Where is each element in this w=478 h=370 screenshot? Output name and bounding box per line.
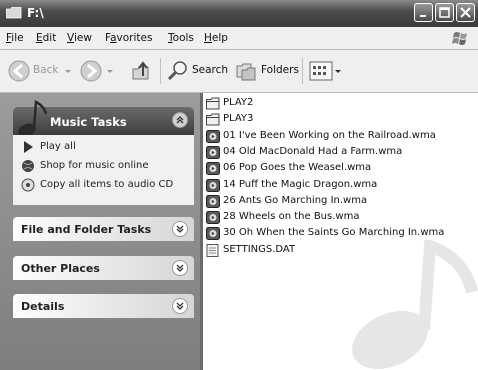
wma-file-icon [206,145,220,159]
folder-icon [206,97,220,110]
toolbar-separator [302,58,303,84]
back-dropdown-icon[interactable] [64,59,72,83]
wma-file-icon [206,227,220,241]
details-header[interactable]: Details [13,294,194,318]
close-icon [460,7,471,18]
file-name: 01 I've Been Working on the Railroad.wma [223,129,436,141]
menu-tools[interactable]: Tools [168,32,194,44]
cd-icon [21,178,35,192]
file-list: PLAY2 PLAY3 01 I've Been Working on the Ra… [203,93,478,370]
chevron-down-icon [176,302,184,310]
back-label[interactable]: Back [33,64,59,76]
menu-file[interactable]: File [6,32,24,44]
music-note-icon [18,100,48,137]
play-icon [24,141,33,153]
views-icon[interactable] [309,59,343,83]
back-arrow-icon[interactable] [8,59,30,83]
forward-arrow-icon[interactable] [80,59,102,83]
expand-details-button[interactable] [172,298,188,314]
file-name: 04 Old MacDonald Had a Farm.wma [223,145,403,157]
wma-file-icon [206,194,220,208]
windows-logo-icon [452,32,467,45]
music-note-watermark-icon [352,240,478,370]
file-name: PLAY3 [223,113,254,125]
chevron-up-icon [176,116,184,124]
wma-file-icon [206,129,220,143]
maximize-icon [439,7,450,18]
title-bar[interactable]: F:\ [0,0,478,27]
file-name: 30 Oh When the Saints Go Marching In.wma [223,227,445,239]
menu-help[interactable]: Help [204,32,228,44]
minimize-button[interactable] [414,3,433,22]
music-tasks-body: Play all Shop for music online Copy all … [13,135,194,205]
menu-bar: File Edit View Favorites Tools Help [0,27,478,50]
expand-file-folder-tasks-button[interactable] [172,221,188,237]
wma-file-icon [206,178,220,192]
file-folder-tasks-header[interactable]: File and Folder Tasks [13,217,194,241]
wma-file-icon [206,211,220,225]
chevron-down-icon [176,264,184,272]
toolbar: Back Search Folders [0,50,478,93]
menu-edit[interactable]: Edit [36,32,56,44]
music-tasks-title: Music Tasks [50,115,127,129]
menu-view[interactable]: View [67,32,92,44]
other-places-header[interactable]: Other Places [13,256,194,280]
wma-file-icon [206,162,220,176]
file-name: 28 Wheels on the Bus.wma [223,211,360,223]
folders-icon[interactable] [234,59,258,83]
folder-icon [6,7,22,19]
maximize-button[interactable] [435,3,454,22]
data-file-icon [206,243,219,257]
close-button[interactable] [456,3,475,22]
up-folder-icon[interactable] [130,59,154,83]
file-name: 26 Ants Go Marching In.wma [223,194,368,206]
chevron-down-icon [176,225,184,233]
forward-dropdown-icon[interactable] [106,59,114,83]
folders-label[interactable]: Folders [261,64,299,76]
window-title: F:\ [27,6,44,20]
explorer-window: F:\ File Edit View Favorites Tools Help [0,0,478,370]
toolbar-separator [160,58,161,84]
file-name: PLAY2 [223,97,254,108]
file-name: 06 Pop Goes the Weasel.wma [223,162,372,174]
search-icon[interactable] [166,59,190,83]
menu-favorites[interactable]: Favorites [105,32,152,44]
globe-icon [22,160,34,172]
file-name: 14 Puff the Magic Dragon.wma [223,178,378,190]
expand-other-places-button[interactable] [172,260,188,276]
search-label[interactable]: Search [192,64,228,76]
file-name: SETTINGS.DAT [223,243,296,255]
collapse-music-tasks-button[interactable] [172,112,188,128]
folder-icon [206,113,220,126]
minimize-icon [420,15,426,17]
